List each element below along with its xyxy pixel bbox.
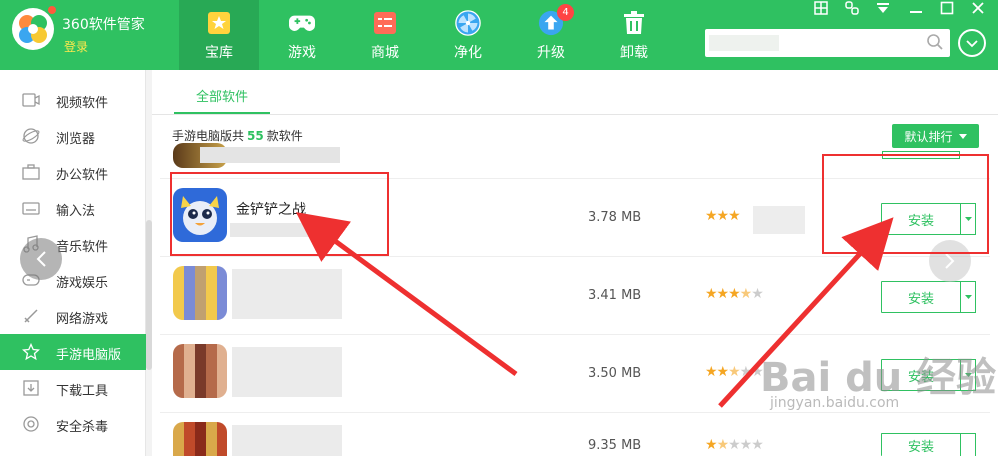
arrow-to-app bbox=[295, 212, 518, 377]
app-window: 360软件管家 登录 宝库 游戏 商城 净化 4 升级 卸载 视频软件 浏览器 … bbox=[0, 0, 998, 456]
arrow-to-install bbox=[718, 217, 894, 408]
annotation-arrows bbox=[295, 212, 894, 408]
